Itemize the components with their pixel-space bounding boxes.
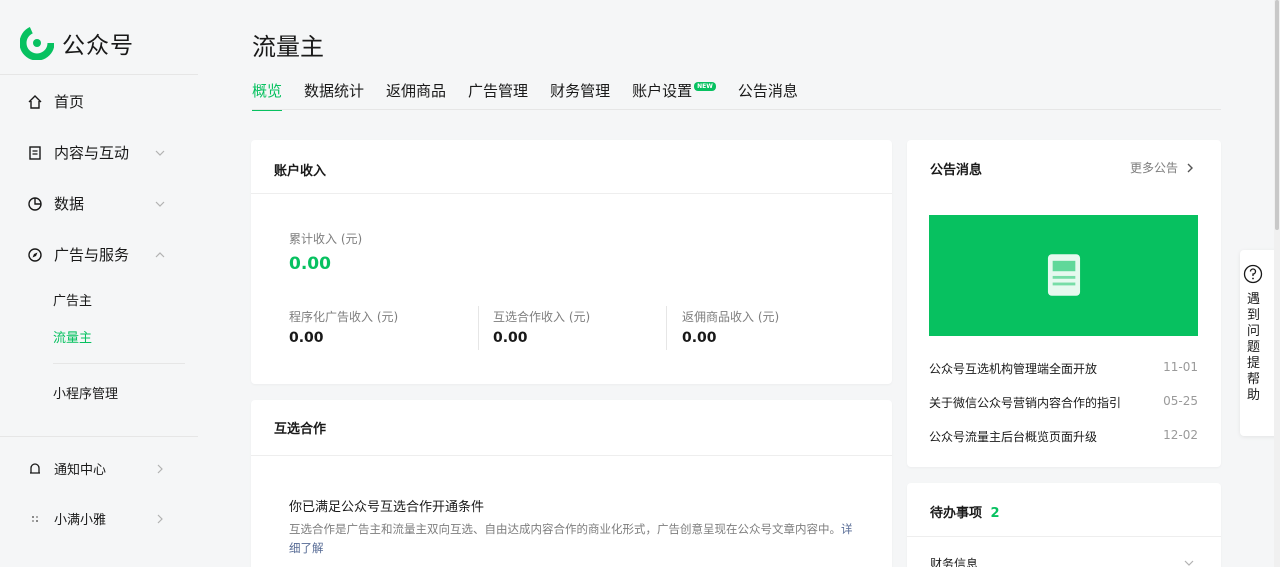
chevron-right-icon bbox=[154, 463, 166, 475]
sidebar-subitem-advertiser[interactable]: 广告主 bbox=[53, 290, 92, 309]
tab-account-settings[interactable]: 账户设置 NEW bbox=[632, 80, 716, 110]
notice-item[interactable]: 公众号流量主后台概览页面升级 12-02 bbox=[929, 428, 1198, 445]
total-income-label: 累计收入 (元) bbox=[289, 232, 363, 246]
notice-item[interactable]: 关于微信公众号营销内容合作的指引 05-25 bbox=[929, 394, 1198, 411]
total-income-value: 0.00 bbox=[289, 254, 331, 274]
mutual-card-title: 互选合作 bbox=[274, 422, 327, 437]
tab-overview[interactable]: 概览 bbox=[252, 80, 283, 111]
todo-item-finance[interactable]: 财务信息 bbox=[930, 555, 978, 567]
programmatic-income-label: 程序化广告收入 (元) bbox=[289, 310, 399, 324]
sidebar-item-data[interactable]: 数据 bbox=[26, 193, 176, 214]
pie-chart-icon bbox=[26, 195, 44, 213]
app-name: 公众号 bbox=[62, 33, 134, 59]
sidebar-item-label: 内容与互动 bbox=[54, 144, 130, 162]
new-badge: NEW bbox=[694, 82, 716, 91]
sidebar-item-label: 广告与服务 bbox=[54, 246, 130, 264]
page-title: 流量主 bbox=[252, 33, 324, 61]
chevron-down-icon bbox=[1184, 560, 1194, 566]
column-divider bbox=[478, 306, 479, 350]
tab-ad-management[interactable]: 广告管理 bbox=[468, 80, 528, 110]
chevron-down-icon bbox=[154, 198, 166, 210]
todo-card-title: 待办事项 2 bbox=[930, 506, 1000, 521]
card-divider bbox=[907, 536, 1221, 537]
todo-count: 2 bbox=[990, 506, 1000, 521]
sidebar-divider bbox=[0, 74, 198, 75]
card-divider bbox=[251, 455, 892, 456]
todo-card: 待办事项 2 财务信息 bbox=[907, 483, 1221, 567]
tab-statistics[interactable]: 数据统计 bbox=[304, 80, 364, 110]
commission-income-value: 0.00 bbox=[682, 330, 717, 346]
more-notices-link[interactable]: 更多公告 bbox=[1130, 159, 1196, 176]
sidebar-subitem-miniprogram[interactable]: 小程序管理 bbox=[53, 383, 118, 402]
income-card-title: 账户收入 bbox=[274, 164, 327, 179]
article-icon bbox=[1047, 254, 1081, 296]
sidebar-divider bbox=[53, 363, 185, 364]
notices-card-title: 公告消息 bbox=[930, 163, 983, 178]
programmatic-income-value: 0.00 bbox=[289, 330, 324, 346]
chevron-right-icon bbox=[154, 513, 166, 525]
column-divider bbox=[666, 306, 667, 350]
sidebar-item-home[interactable]: 首页 bbox=[26, 91, 176, 112]
tab-commission-products[interactable]: 返佣商品 bbox=[386, 80, 446, 110]
card-divider bbox=[251, 193, 892, 194]
tab-announcements[interactable]: 公告消息 bbox=[738, 80, 798, 110]
income-card: 账户收入 累计收入 (元) 0.00 程序化广告收入 (元) 0.00 互选合作… bbox=[251, 140, 892, 384]
help-label: 遇到问题 提帮助 bbox=[1247, 292, 1261, 403]
avatar-icon bbox=[26, 510, 44, 528]
tab-finance[interactable]: 财务管理 bbox=[550, 80, 610, 110]
mutual-description: 互选合作是广告主和流量主双向互选、自由达成内容合作的商业化形式，广告创意呈现在公… bbox=[289, 522, 853, 555]
sidebar-item-ads[interactable]: 广告与服务 bbox=[26, 244, 176, 265]
sidebar-item-notifications[interactable]: 通知中心 bbox=[26, 459, 176, 478]
sidebar-item-label: 小满小雅 bbox=[54, 513, 107, 528]
wechat-mp-logo-icon bbox=[20, 26, 54, 60]
notices-card: 公告消息 更多公告 公众号互选机构管理端全面开放 11-01 关于微信公众号营销… bbox=[907, 140, 1221, 467]
mutual-income-value: 0.00 bbox=[493, 330, 528, 346]
document-icon bbox=[26, 144, 44, 162]
sidebar-item-label: 通知中心 bbox=[54, 463, 107, 478]
sidebar-item-label: 首页 bbox=[54, 93, 85, 111]
sidebar-item-content[interactable]: 内容与互动 bbox=[26, 142, 176, 163]
sidebar-item-label: 数据 bbox=[54, 195, 85, 213]
chevron-down-icon bbox=[154, 147, 166, 159]
home-icon bbox=[26, 93, 44, 111]
chevron-up-icon bbox=[154, 249, 166, 261]
notice-item[interactable]: 公众号互选机构管理端全面开放 11-01 bbox=[929, 360, 1198, 377]
mutual-headline: 你已满足公众号互选合作开通条件 bbox=[289, 500, 485, 515]
commission-income-label: 返佣商品收入 (元) bbox=[682, 310, 780, 324]
tab-bar: 概览 数据统计 返佣商品 广告管理 财务管理 账户设置 NEW 公告消息 bbox=[252, 80, 820, 111]
mutual-card: 互选合作 你已满足公众号互选合作开通条件 互选合作是广告主和流量主双向互选、自由… bbox=[251, 400, 892, 567]
notice-banner[interactable] bbox=[929, 215, 1198, 336]
bell-icon bbox=[26, 460, 44, 478]
sidebar-item-account[interactable]: 小满小雅 bbox=[26, 509, 176, 528]
question-icon bbox=[1243, 264, 1263, 284]
sidebar-divider bbox=[0, 436, 198, 437]
chevron-right-icon bbox=[1187, 163, 1193, 172]
sidebar-subitem-publisher[interactable]: 流量主 bbox=[53, 327, 92, 346]
tabs-divider bbox=[252, 109, 1221, 110]
app-logo[interactable]: 公众号 bbox=[20, 26, 134, 60]
scrollbar-thumb[interactable] bbox=[1275, 0, 1279, 230]
compass-icon bbox=[26, 246, 44, 264]
sidebar: 公众号 首页 内容与互动 数据 广告与服务 广告主 流量主 小程序管理 通知中心… bbox=[0, 0, 198, 567]
mutual-income-label: 互选合作收入 (元) bbox=[493, 310, 591, 324]
